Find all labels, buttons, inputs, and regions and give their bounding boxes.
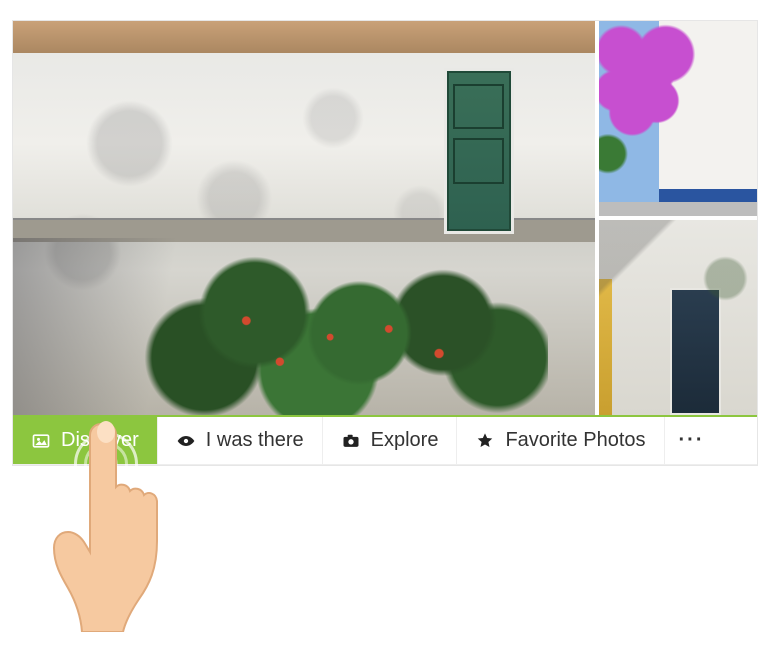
tab-label: Explore xyxy=(371,429,439,452)
tab-overflow[interactable]: ··· xyxy=(665,417,719,464)
tab-discover[interactable]: Discover xyxy=(13,417,158,464)
camera-icon xyxy=(341,431,361,451)
tab-bar: Discover I was there Explore Favorite Ph… xyxy=(13,417,757,465)
gallery-frame: Discover I was there Explore Favorite Ph… xyxy=(12,20,758,466)
tab-i-was-there[interactable]: I was there xyxy=(158,417,323,464)
tab-favorite-photos[interactable]: Favorite Photos xyxy=(457,417,664,464)
thumbnail-2[interactable] xyxy=(599,220,757,415)
tab-label: I was there xyxy=(206,429,304,452)
main-photo[interactable] xyxy=(13,21,595,415)
tab-explore[interactable]: Explore xyxy=(323,417,458,464)
eye-icon xyxy=(176,431,196,451)
ellipsis-icon: ··· xyxy=(679,429,705,452)
star-icon xyxy=(475,431,495,451)
thumbnail-1[interactable] xyxy=(599,21,757,216)
photo-gallery xyxy=(13,21,757,415)
tab-label: Discover xyxy=(61,429,139,452)
image-icon xyxy=(31,431,51,451)
tab-label: Favorite Photos xyxy=(505,429,645,452)
